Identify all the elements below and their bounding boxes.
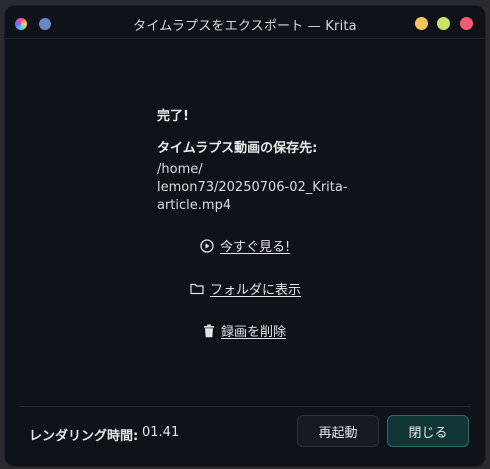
close-button[interactable]: 閉じる — [387, 415, 469, 447]
watch-now-link[interactable]: 今すぐ見る! — [200, 236, 290, 255]
export-timelapse-dialog: タイムラプスをエクスポート — Krita 完了! タイムラプス動画の保存先: … — [5, 6, 485, 466]
watch-now-label: 今すぐ見る! — [220, 240, 291, 255]
trash-icon — [203, 324, 215, 338]
delete-recording-link[interactable]: 録画を削除 — [203, 321, 286, 340]
saved-file-path: /home/ lemon73/20250706-02_Krita- articl… — [157, 162, 348, 213]
play-circle-icon — [200, 238, 214, 253]
window-title: タイムラプスをエクスポート — Krita — [133, 19, 357, 34]
title-bar: タイムラプスをエクスポート — Krita — [5, 6, 485, 39]
dialog-content: 完了! タイムラプス動画の保存先: /home/ lemon73/2025070… — [5, 39, 485, 405]
maximize-button[interactable] — [437, 17, 450, 30]
render-time-value: 01.41 — [142, 425, 180, 440]
show-in-folder-link[interactable]: フォルダに表示 — [190, 279, 301, 298]
close-window-button[interactable] — [460, 17, 473, 30]
show-in-folder-label: フォルダに表示 — [210, 283, 302, 298]
minimize-button[interactable] — [415, 17, 428, 30]
saved-location-label: タイムラプス動画の保存先: — [157, 141, 318, 156]
restart-button[interactable]: 再起動 — [297, 415, 379, 447]
folder-icon — [190, 282, 204, 295]
render-time-label: レンダリング時間: — [29, 429, 139, 444]
footer-divider — [19, 406, 471, 407]
completion-heading: 完了! — [157, 109, 189, 124]
delete-recording-label: 録画を削除 — [221, 325, 287, 340]
